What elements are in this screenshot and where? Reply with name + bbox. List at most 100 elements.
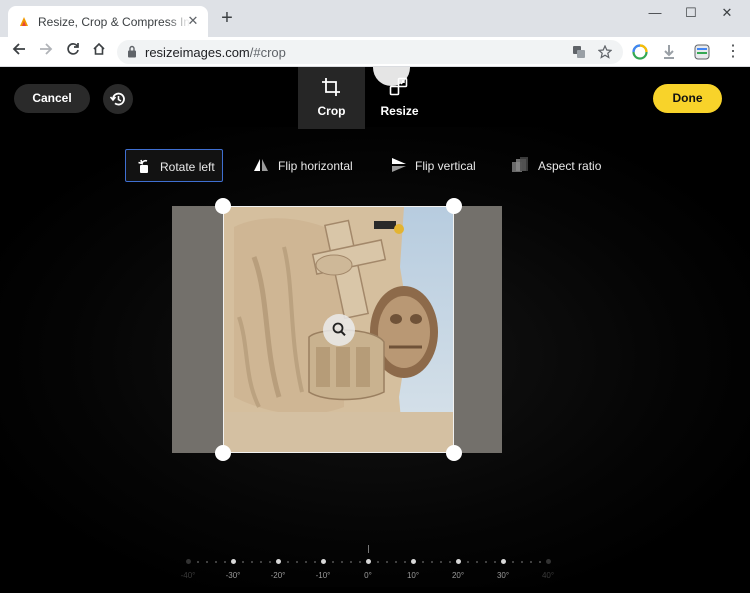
ruler-minor-tick — [422, 561, 424, 563]
tab-resize[interactable]: Resize — [366, 67, 433, 129]
history-icon — [110, 92, 125, 106]
ruler-label: 40° — [541, 571, 555, 580]
translate-icon[interactable] — [572, 45, 586, 59]
extension-icon[interactable] — [632, 44, 648, 60]
home-icon[interactable] — [88, 41, 110, 63]
ruler-minor-tick — [494, 561, 496, 563]
back-arrow-icon[interactable] — [8, 41, 30, 63]
ruler-minor-tick — [350, 561, 352, 563]
ruler-label: 30° — [496, 571, 510, 580]
ruler-major-tick — [366, 559, 371, 564]
tab-title: Resize, Crop & Compress Images — [38, 15, 190, 29]
ruler-minor-tick — [287, 561, 289, 563]
ruler-label: 20° — [451, 571, 465, 580]
browser-toolbar: resizeimages.com/#crop ⋮ — [0, 37, 750, 67]
ruler-major-tick — [321, 559, 326, 564]
ruler-major-tick — [186, 559, 191, 564]
ruler-minor-tick — [386, 561, 388, 563]
tab-resize-label: Resize — [380, 104, 419, 118]
aspect-ratio-icon — [512, 157, 528, 172]
crop-handle-top-right[interactable] — [446, 198, 462, 214]
rotate-left-icon — [138, 159, 148, 173]
ruler-label: 10° — [406, 571, 420, 580]
ruler-minor-tick — [224, 561, 226, 563]
ruler-minor-tick — [377, 561, 379, 563]
ruler-minor-tick — [521, 561, 523, 563]
ruler-minor-tick — [512, 561, 514, 563]
lock-icon — [128, 45, 136, 58]
ruler-label: -40° — [180, 571, 196, 580]
ruler-major-tick — [231, 559, 236, 564]
ruler-minor-tick — [296, 561, 298, 563]
tab-crop-label: Crop — [317, 104, 346, 118]
tab-crop[interactable]: Crop — [298, 67, 365, 129]
ruler-major-tick — [456, 559, 461, 564]
rotate-left-button[interactable]: Rotate left — [125, 149, 223, 182]
image-editor: Cancel Crop Resize Done Rotate left Flip… — [0, 67, 750, 593]
aspect-ratio-label: Aspect ratio — [538, 159, 602, 173]
crop-handle-bottom-left[interactable] — [215, 445, 231, 461]
ruler-minor-tick — [314, 561, 316, 563]
ruler-minor-tick — [341, 561, 343, 563]
ruler-label: 0° — [364, 571, 372, 580]
address-bar[interactable]: resizeimages.com/#crop — [117, 40, 623, 64]
ruler-minor-tick — [395, 561, 397, 563]
ruler-minor-tick — [206, 561, 208, 563]
magnifier-icon — [332, 322, 346, 336]
cancel-button[interactable]: Cancel — [14, 84, 90, 113]
browser-tab-strip: Resize, Crop & Compress Images ✕ + — ☐ ✕ — [0, 0, 750, 37]
ruler-minor-tick — [449, 561, 451, 563]
flip-horizontal-icon — [254, 159, 268, 171]
tab-close-icon[interactable]: ✕ — [186, 14, 200, 28]
rotate-left-label: Rotate left — [160, 160, 215, 174]
ruler-minor-tick — [359, 561, 361, 563]
zoom-button[interactable] — [323, 314, 355, 346]
flip-vertical-icon — [392, 158, 406, 172]
forward-arrow-icon[interactable] — [35, 41, 57, 63]
url-path: /#crop — [249, 45, 286, 60]
window-minimize-button[interactable]: — — [638, 0, 672, 26]
reload-icon[interactable] — [62, 41, 84, 63]
window-maximize-button[interactable]: ☐ — [674, 0, 708, 26]
browser-menu-icon[interactable]: ⋮ — [722, 41, 744, 63]
ruler-minor-tick — [332, 561, 334, 563]
crop-icon — [322, 78, 340, 96]
new-tab-button[interactable]: + — [218, 8, 236, 28]
flip-vertical-label: Flip vertical — [415, 159, 476, 173]
site-favicon-icon — [20, 17, 28, 26]
ruler-minor-tick — [530, 561, 532, 563]
ruler-minor-tick — [476, 561, 478, 563]
ruler-major-tick — [501, 559, 506, 564]
ruler-minor-tick — [242, 561, 244, 563]
download-icon[interactable] — [661, 44, 677, 60]
ruler-major-tick — [411, 559, 416, 564]
url-text: resizeimages.com/#crop — [145, 45, 286, 60]
ruler-minor-tick — [404, 561, 406, 563]
ruler-minor-tick — [197, 561, 199, 563]
profile-avatar-icon[interactable] — [694, 44, 710, 60]
ruler-minor-tick — [305, 561, 307, 563]
ruler-minor-tick — [440, 561, 442, 563]
browser-tab[interactable]: Resize, Crop & Compress Images ✕ — [8, 6, 208, 37]
ruler-label: -30° — [225, 571, 241, 580]
bookmark-star-icon[interactable] — [598, 45, 612, 59]
ruler-major-tick — [546, 559, 551, 564]
window-close-button[interactable]: ✕ — [710, 0, 744, 26]
crop-handle-top-left[interactable] — [215, 198, 231, 214]
ruler-label: -20° — [270, 571, 286, 580]
ruler-minor-tick — [215, 561, 217, 563]
done-button[interactable]: Done — [653, 84, 722, 113]
crop-handle-bottom-right[interactable] — [446, 445, 462, 461]
ruler-minor-tick — [251, 561, 253, 563]
aspect-ratio-button[interactable]: Aspect ratio — [502, 149, 610, 182]
flip-horizontal-button[interactable]: Flip horizontal — [243, 149, 355, 182]
flip-vertical-button[interactable]: Flip vertical — [381, 149, 481, 182]
resize-icon — [389, 77, 408, 96]
flip-horizontal-label: Flip horizontal — [278, 159, 353, 173]
ruler-minor-tick — [431, 561, 433, 563]
ruler-label: -10° — [315, 571, 331, 580]
ruler-center-mark — [368, 545, 369, 553]
ruler-minor-tick — [539, 561, 541, 563]
history-button[interactable] — [103, 84, 133, 114]
ruler-major-tick — [276, 559, 281, 564]
